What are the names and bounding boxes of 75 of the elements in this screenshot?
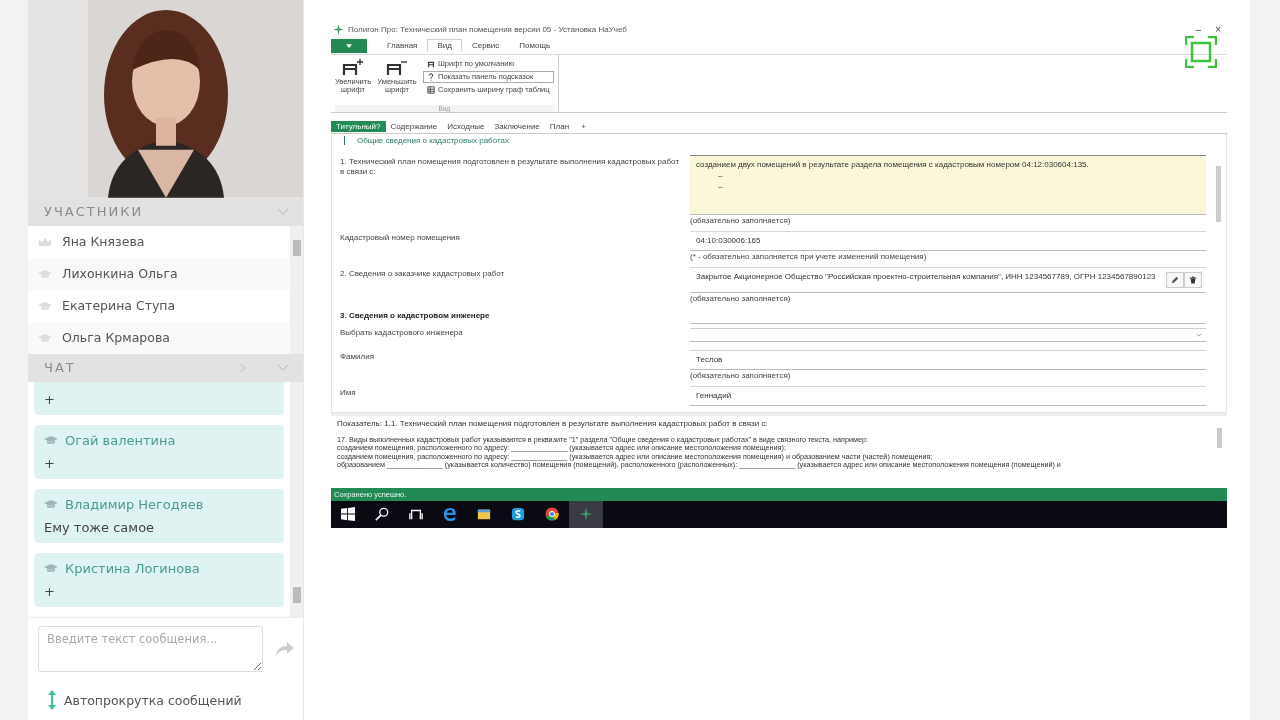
add-tab-button[interactable]: + (576, 120, 591, 132)
message-author: Владимир Негодяев (65, 496, 204, 512)
field-hint: (* - обязательно заполняется при учете изменений помещения) (690, 251, 928, 264)
message-text: Ему тоже самое (44, 519, 156, 535)
select-field[interactable] (690, 328, 1206, 343)
participant-item[interactable]: Ольга Крмарова (28, 321, 290, 354)
graduation-cap-icon (38, 268, 52, 279)
ribbon-icon (427, 85, 435, 94)
graduation-cap-icon (38, 300, 52, 311)
section-heading: 3. Сведения о кадастровом инженере (340, 310, 491, 323)
scrollbar[interactable] (290, 381, 303, 618)
chat-app-icon (511, 507, 525, 522)
menu-tab[interactable]: Помощь (509, 39, 561, 53)
ribbon-icon (427, 72, 435, 81)
message-input[interactable]: Введите текст сообщения... (38, 626, 264, 673)
pencil-icon (1171, 276, 1179, 285)
message-text: + (44, 391, 56, 407)
file-menu-button[interactable] (331, 38, 367, 53)
input-field[interactable]: созданием двух помещений в результате раздела помещения с кадастровым номером 04:12:030604:135. – – (690, 155, 1206, 216)
task-view-icon (409, 507, 423, 522)
input-field[interactable]: Геннадий (690, 386, 1206, 407)
scrollbar[interactable] (290, 225, 303, 354)
input-field[interactable]: Теслов (690, 350, 1206, 371)
field-hint: (обязательно заполняется) (690, 293, 792, 306)
field-label: Фамилия (340, 351, 375, 364)
trash-icon (1189, 276, 1197, 285)
action-button[interactable] (1184, 272, 1202, 289)
participant-item[interactable]: Лихонкина Ольга (28, 257, 290, 290)
graduation-cap-icon (44, 499, 58, 510)
field-hint: (обязательно заполняется) (690, 215, 792, 228)
ribbon-icon (427, 59, 435, 68)
message-text: + (44, 583, 56, 599)
document-tab[interactable]: Содержание (385, 120, 443, 132)
send-icon[interactable] (275, 641, 295, 658)
folder-icon (477, 507, 491, 522)
menu-tab[interactable]: Вид (427, 39, 462, 53)
field-label: Выбрать кадастрового инженера (340, 327, 464, 340)
window-button[interactable]: – (1195, 24, 1202, 36)
graduation-cap-icon (44, 563, 58, 574)
section-link[interactable]: Общие сведения о кадастровых работах (344, 136, 509, 146)
help-title: Показатель: 1.1. Технический план помещения подготовлен в результате выполнения кадастровых работ в связи с: (337, 418, 769, 428)
document-tab[interactable]: Титульный? (331, 120, 386, 132)
search-icon (375, 507, 389, 522)
graduation-cap-icon (44, 435, 58, 446)
participants-title: УЧАСТНИКИ (44, 204, 144, 220)
window-button[interactable]: × (1215, 24, 1221, 36)
font-icon (342, 57, 364, 76)
document-tab[interactable]: Исходные (442, 120, 490, 132)
menu-tab[interactable]: Главная (377, 39, 428, 53)
vertical-arrows-icon (48, 690, 56, 711)
browser-icon (443, 507, 457, 522)
field-label: Имя (340, 387, 357, 400)
message-author: Кристина Логинова (65, 560, 200, 576)
input-field[interactable]: 04:10:030006:165 (690, 231, 1206, 252)
field-label: 1. Технический план помещения подготовлен в результате выполнения кадастровых работ в связи с: (340, 156, 681, 179)
field-label: Кадастровый номер помещения (340, 232, 461, 245)
menu-tab[interactable]: Сервис (461, 39, 510, 53)
autoscroll-toggle[interactable]: Автопрокрутка сообщений (28, 680, 303, 720)
crown-icon (38, 236, 52, 247)
fullscreen-icon[interactable] (1185, 36, 1217, 68)
crosshair-icon (333, 24, 344, 36)
action-button[interactable] (1166, 272, 1184, 289)
document-tab[interactable]: Заключение (489, 120, 545, 132)
document-tab[interactable]: План (544, 120, 575, 132)
windows-icon (341, 507, 355, 522)
message-text: + (44, 455, 56, 471)
chat-title: ЧАТ (44, 360, 76, 376)
chevron-down-icon (1196, 333, 1202, 338)
graduation-cap-icon (38, 332, 52, 343)
input-field[interactable]: Закрытое Акционерное Общество "Российская проектно-строительная компания", ИНН 1234567789, ОГРН 1234567890123 (690, 267, 1206, 294)
field-label: 2. Сведения о заказчике кадастровых работ (340, 268, 506, 281)
window-title: Полигон Про: Технический план помещения версии 05 - Установка НаУчеб (348, 25, 628, 35)
message-author: Огай валентина (65, 432, 176, 448)
caret-icon (346, 43, 352, 48)
field-hint: (обязательно заполняется) (690, 370, 792, 383)
